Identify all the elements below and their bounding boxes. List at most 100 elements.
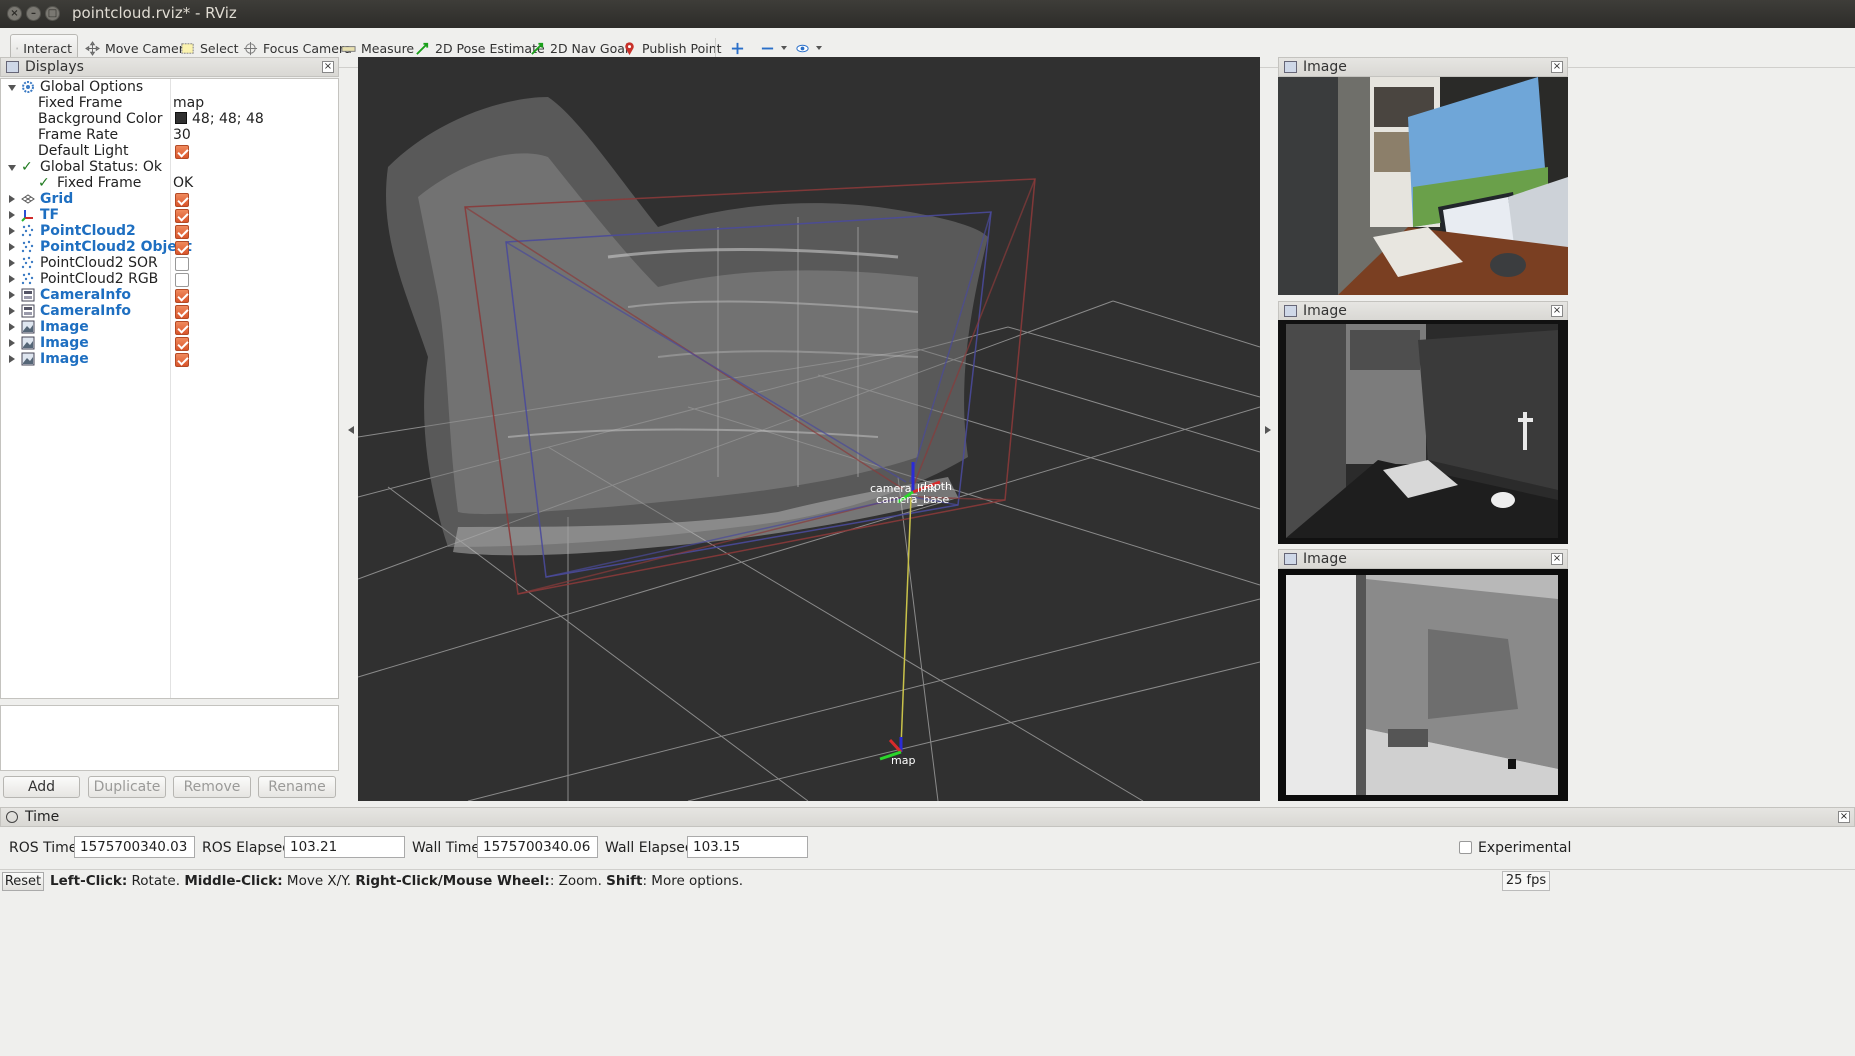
display-enabled-checkbox[interactable] xyxy=(175,305,189,319)
collapse-left-panel-icon[interactable] xyxy=(348,426,354,434)
display-item-label: TF xyxy=(40,207,60,223)
display-item-label: CameraInfo xyxy=(40,303,132,319)
ros-time-field[interactable]: 1575700340.03 xyxy=(74,836,195,858)
hint-right-click-desc: : Zoom. xyxy=(549,873,607,889)
display-enabled-checkbox[interactable] xyxy=(175,273,189,287)
image-panel-header: Image × xyxy=(1278,549,1568,569)
display-item-label: Image xyxy=(40,335,89,351)
default-light-checkbox[interactable] xyxy=(175,145,189,159)
background-color-label: Background Color xyxy=(38,111,163,127)
experimental-label: Experimental xyxy=(1478,840,1572,856)
wall-time-field[interactable]: 1575700340.06 xyxy=(477,836,598,858)
select-box-icon xyxy=(181,42,194,54)
fps-indicator: 25 fps xyxy=(1502,871,1550,891)
close-icon[interactable]: × xyxy=(1551,305,1563,317)
close-window-button[interactable]: × xyxy=(7,6,22,21)
collapse-right-panel-icon[interactable] xyxy=(1265,426,1271,434)
remove-display-button[interactable]: Remove xyxy=(173,776,251,798)
status-fixed-frame-label: Fixed Frame xyxy=(57,175,142,191)
rgb-camera-image xyxy=(1278,77,1568,295)
mouse-hint-text: Left-Click: Rotate. Middle-Click: Move X… xyxy=(50,873,743,889)
expand-arrow-icon[interactable] xyxy=(9,195,15,203)
ros-time-label: ROS Time: xyxy=(9,840,83,856)
global-status-label: Global Status: Ok xyxy=(40,159,163,175)
display-enabled-checkbox[interactable] xyxy=(175,353,189,367)
status-fixed-frame-value: OK xyxy=(173,175,194,191)
minus-icon xyxy=(761,47,774,49)
display-enabled-checkbox[interactable] xyxy=(175,209,189,223)
depth-image-canvas xyxy=(1278,569,1568,801)
display-enabled-checkbox[interactable] xyxy=(175,337,189,351)
display-item-label: PointCloud2 xyxy=(40,223,136,239)
add-display-button[interactable]: Add xyxy=(3,776,80,798)
minimize-window-button[interactable]: – xyxy=(26,6,41,21)
title-bar: × – □ pointcloud.rviz* - RViz xyxy=(0,0,1855,28)
map-pin-icon xyxy=(625,41,634,55)
reset-button[interactable]: Reset xyxy=(2,872,44,891)
expand-arrow-icon[interactable] xyxy=(9,259,15,267)
display-item-label: PointCloud2 SOR xyxy=(40,255,158,271)
time-panel: ROS Time: 1575700340.03 ROS Elapsed: 103… xyxy=(0,830,1855,866)
experimental-checkbox[interactable] xyxy=(1459,841,1472,854)
display-item-label: Grid xyxy=(40,191,74,207)
tf-label-depth: depth xyxy=(920,480,952,493)
close-icon[interactable]: × xyxy=(322,61,334,73)
green-arrow-icon xyxy=(531,42,544,55)
pointcloud-icon xyxy=(21,224,34,237)
hint-left-click: Left-Click: xyxy=(50,873,128,889)
crosshair-icon xyxy=(243,41,258,55)
close-icon[interactable]: × xyxy=(1838,811,1850,823)
green-arrow-icon xyxy=(416,42,429,55)
wall-elapsed-label: Wall Elapsed: xyxy=(605,840,699,856)
expand-arrow-icon[interactable] xyxy=(9,339,15,347)
move-arrows-icon xyxy=(85,40,100,56)
expand-arrow-icon[interactable] xyxy=(9,291,15,299)
publish-point-label: Publish Point xyxy=(642,40,722,56)
expand-arrow-icon[interactable] xyxy=(9,275,15,283)
display-item-label: PointCloud2 Object xyxy=(40,239,192,255)
expand-arrow-icon[interactable] xyxy=(9,307,15,315)
frame-rate-label: Frame Rate xyxy=(38,127,119,143)
display-enabled-checkbox[interactable] xyxy=(175,321,189,335)
checkmark-icon: ✓ xyxy=(21,159,33,175)
display-enabled-checkbox[interactable] xyxy=(175,225,189,239)
fixed-frame-value[interactable]: map xyxy=(173,95,204,111)
image-icon xyxy=(21,320,35,334)
display-enabled-checkbox[interactable] xyxy=(175,257,189,271)
3d-viewport[interactable]: camera_link depth camera_base map xyxy=(358,57,1260,801)
display-enabled-checkbox[interactable] xyxy=(175,193,189,207)
expand-arrow-icon[interactable] xyxy=(9,243,15,251)
wall-elapsed-field[interactable]: 103.15 xyxy=(687,836,808,858)
ros-elapsed-field[interactable]: 103.21 xyxy=(284,836,405,858)
eye-icon xyxy=(796,44,809,52)
axes-icon xyxy=(21,210,33,222)
image-panel-header: Image × xyxy=(1278,301,1568,321)
chevron-down-icon xyxy=(816,46,822,50)
displays-header: Displays × xyxy=(0,57,339,77)
ir-camera-image xyxy=(1278,320,1568,544)
display-enabled-checkbox[interactable] xyxy=(175,289,189,303)
tree-row-display-item[interactable]: Image xyxy=(1,350,338,369)
display-enabled-checkbox[interactable] xyxy=(175,241,189,255)
displays-title: Displays xyxy=(25,59,84,75)
display-item-label: Image xyxy=(40,319,89,335)
pointcloud-icon xyxy=(21,272,34,285)
maximize-window-button[interactable]: □ xyxy=(45,6,60,21)
image-panel-title: Image xyxy=(1303,303,1347,319)
expand-arrow-icon[interactable] xyxy=(8,165,16,171)
global-options-label: Global Options xyxy=(40,79,144,95)
hint-middle-click-desc: Move X/Y. xyxy=(282,873,356,889)
clock-icon xyxy=(6,811,18,823)
expand-arrow-icon[interactable] xyxy=(8,85,16,91)
close-icon[interactable]: × xyxy=(1551,61,1563,73)
duplicate-display-button[interactable]: Duplicate xyxy=(88,776,166,798)
background-color-value[interactable]: 48; 48; 48 xyxy=(175,111,264,127)
expand-arrow-icon[interactable] xyxy=(9,323,15,331)
expand-arrow-icon[interactable] xyxy=(9,211,15,219)
rename-display-button[interactable]: Rename xyxy=(258,776,336,798)
close-icon[interactable]: × xyxy=(1551,553,1563,565)
expand-arrow-icon[interactable] xyxy=(9,227,15,235)
expand-arrow-icon[interactable] xyxy=(9,355,15,363)
rgb-image-canvas xyxy=(1278,77,1568,295)
frame-rate-value[interactable]: 30 xyxy=(173,127,191,143)
